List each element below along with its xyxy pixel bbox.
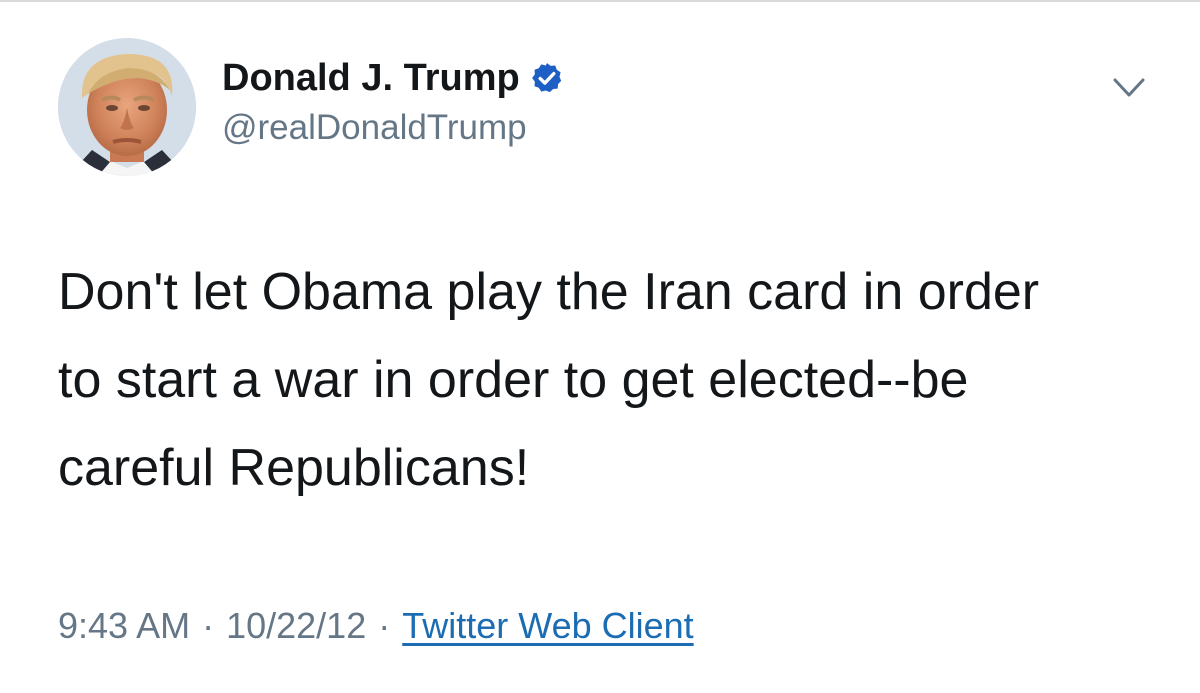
tweet-date[interactable]: 10/22/12 — [226, 605, 366, 646]
tweet-metadata: 9:43 AM · 10/22/12 · Twitter Web Client — [58, 605, 694, 647]
meta-separator: · — [202, 605, 215, 646]
tweet-card: Donald J. Trump @realDonaldTrump Don't l… — [0, 0, 1200, 693]
tweet-text: Don't let Obama play the Iran card in or… — [58, 248, 1158, 512]
tweet-time[interactable]: 9:43 AM — [58, 605, 190, 646]
tweet-text-line: careful Republicans! — [58, 439, 530, 497]
user-handle[interactable]: @realDonaldTrump — [222, 108, 527, 148]
avatar[interactable] — [58, 38, 196, 176]
meta-separator: · — [378, 605, 391, 646]
verified-badge-icon — [531, 63, 561, 93]
tweet-text-line: to start a war in order to get elected--… — [58, 351, 969, 409]
display-name[interactable]: Donald J. Trump — [222, 57, 520, 100]
tweet-source-link[interactable]: Twitter Web Client — [402, 605, 693, 646]
author-name-row[interactable]: Donald J. Trump — [222, 56, 564, 100]
tweet-text-line: Don't let Obama play the Iran card in or… — [58, 263, 1040, 321]
avatar-portrait-icon — [58, 38, 196, 176]
chevron-down-icon[interactable] — [1112, 76, 1146, 100]
